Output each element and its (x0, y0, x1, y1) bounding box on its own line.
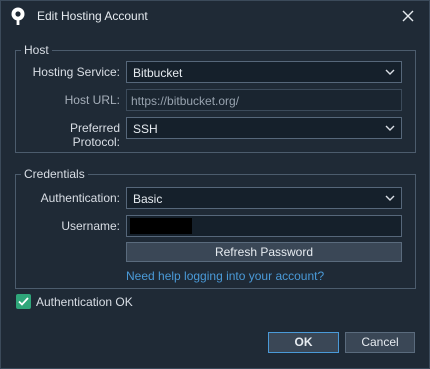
refresh-password-button[interactable]: Refresh Password (126, 242, 402, 262)
checkmark-icon (18, 297, 29, 306)
preferred-protocol-value: SSH (133, 122, 158, 136)
hosting-service-select[interactable]: Bitbucket (126, 61, 402, 83)
close-icon[interactable] (401, 9, 415, 23)
username-label: Username: (61, 219, 120, 233)
host-url-value: https://bitbucket.org/ (131, 94, 240, 108)
hosting-service-label: Hosting Service: (32, 65, 120, 79)
username-input[interactable] (126, 215, 402, 237)
credentials-legend: Credentials (24, 167, 85, 181)
redacted-username (130, 218, 192, 234)
title-bar: Edit Hosting Account (1, 1, 429, 32)
host-legend: Host (24, 43, 49, 57)
cancel-button[interactable]: Cancel (345, 332, 415, 353)
help-login-link[interactable]: Need help logging into your account? (126, 269, 324, 283)
authentication-label: Authentication: (40, 191, 120, 205)
authentication-ok-label: Authentication OK (36, 295, 133, 309)
chevron-down-icon (385, 195, 395, 201)
preferred-protocol-label: Preferred Protocol: (69, 121, 120, 149)
chevron-down-icon (385, 69, 395, 75)
host-url-field: https://bitbucket.org/ (126, 89, 402, 111)
ok-button[interactable]: OK (268, 332, 339, 353)
host-url-label: Host URL: (64, 93, 120, 107)
sourcetree-logo-icon (11, 7, 25, 25)
dialog-title: Edit Hosting Account (37, 9, 148, 23)
preferred-protocol-select[interactable]: SSH (126, 117, 402, 139)
authentication-select[interactable]: Basic (126, 187, 402, 209)
chevron-down-icon (385, 125, 395, 131)
authentication-value: Basic (133, 192, 163, 206)
hosting-service-value: Bitbucket (133, 66, 183, 80)
authentication-ok-checkbox[interactable] (16, 294, 31, 309)
